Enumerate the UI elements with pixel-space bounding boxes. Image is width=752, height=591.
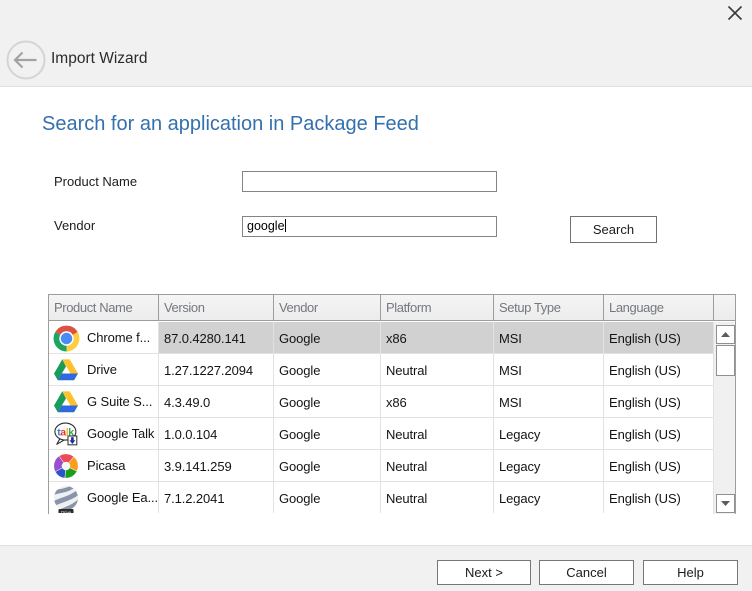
svg-text:Drive: Drive: [61, 510, 72, 513]
